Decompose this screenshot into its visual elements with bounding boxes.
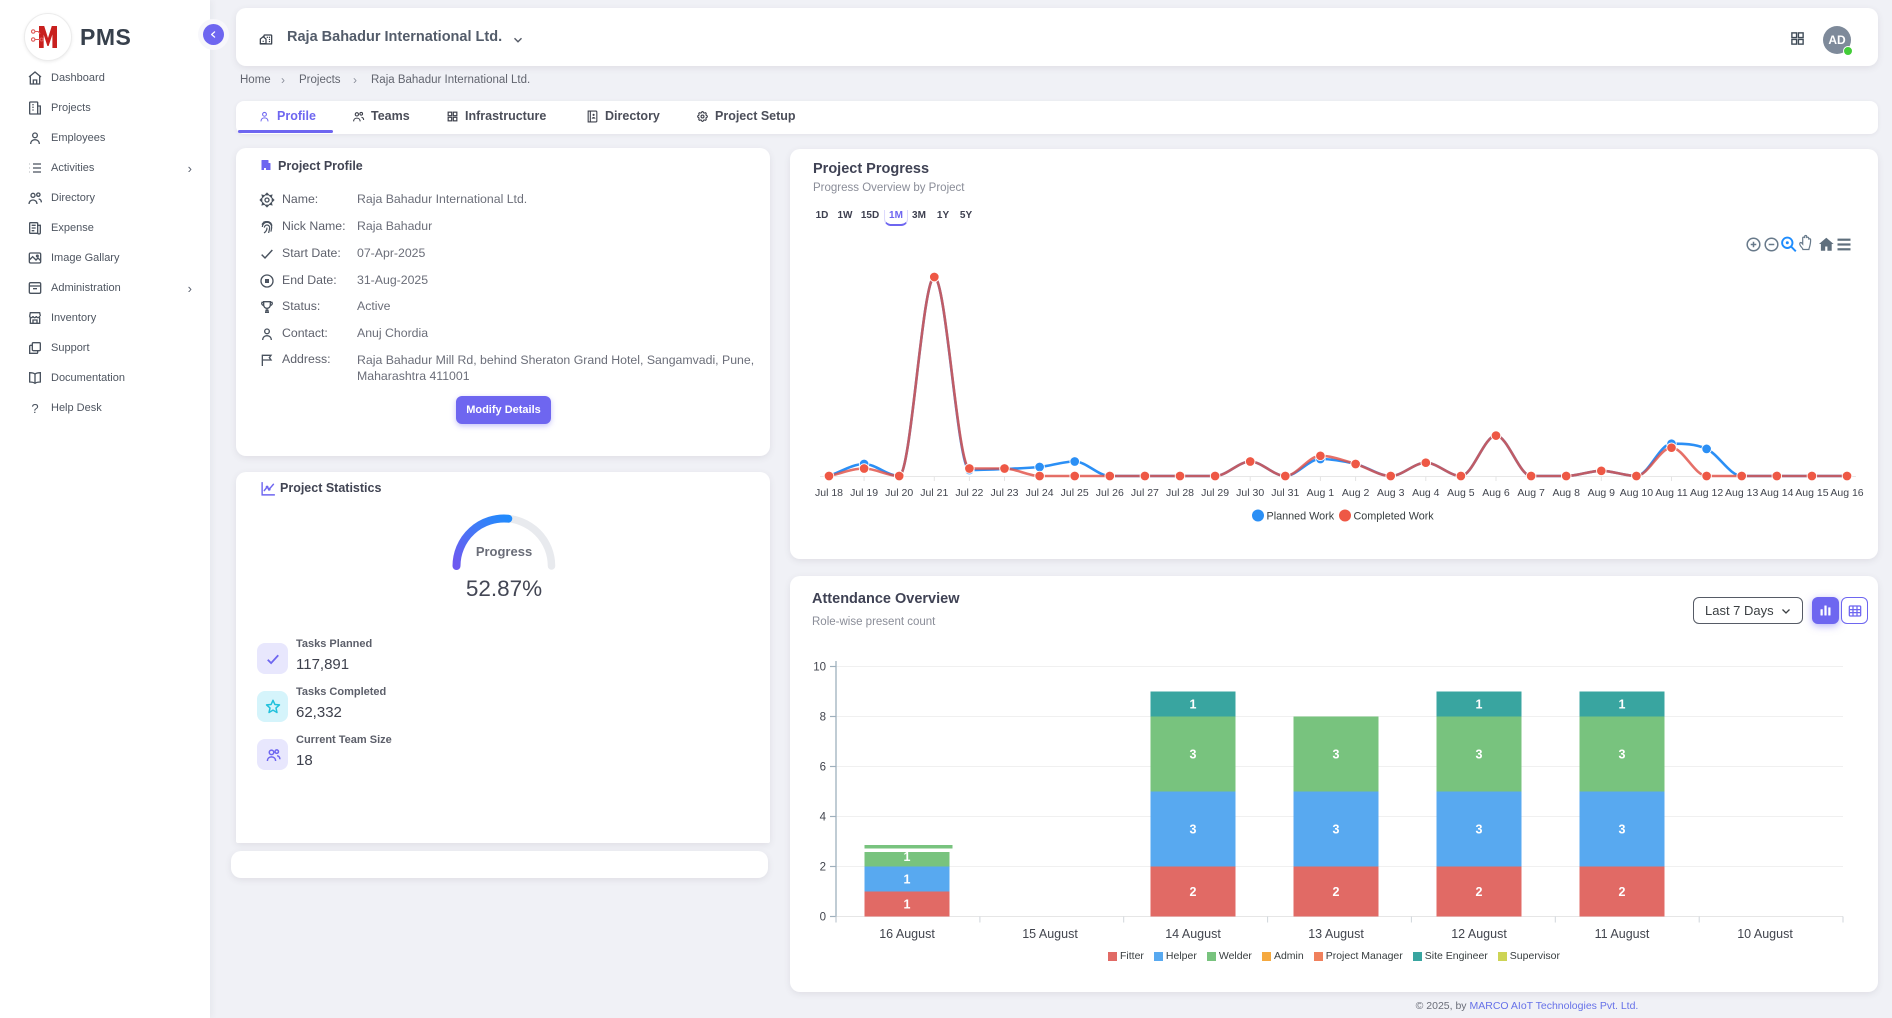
svg-text:Jul 25: Jul 25 — [1061, 487, 1089, 499]
svg-text:3: 3 — [1476, 823, 1483, 837]
svg-text:Jul 30: Jul 30 — [1236, 487, 1264, 499]
svg-text:Jul 29: Jul 29 — [1201, 487, 1229, 499]
svg-text:Aug 15: Aug 15 — [1795, 487, 1828, 499]
svg-text:6: 6 — [820, 762, 826, 774]
svg-text:Jul 28: Jul 28 — [1166, 487, 1194, 499]
svg-text:10 August: 10 August — [1737, 927, 1793, 941]
svg-text:10: 10 — [813, 662, 826, 674]
svg-text:12 August: 12 August — [1451, 927, 1507, 941]
svg-text:Aug 10: Aug 10 — [1620, 487, 1653, 499]
svg-text:3: 3 — [1190, 823, 1197, 837]
svg-text:2: 2 — [1619, 885, 1626, 899]
svg-text:14 August: 14 August — [1165, 927, 1221, 941]
svg-text:Aug 8: Aug 8 — [1552, 487, 1580, 499]
svg-text:0: 0 — [820, 912, 826, 924]
svg-text:1: 1 — [904, 850, 911, 864]
svg-text:4: 4 — [820, 812, 827, 824]
svg-text:Jul 22: Jul 22 — [955, 487, 983, 499]
svg-text:2: 2 — [1476, 885, 1483, 899]
svg-text:Aug 2: Aug 2 — [1342, 487, 1370, 499]
svg-text:1: 1 — [904, 898, 911, 912]
svg-text:Jul 23: Jul 23 — [990, 487, 1018, 499]
svg-text:Jul 19: Jul 19 — [850, 487, 878, 499]
svg-text:2: 2 — [820, 862, 826, 874]
svg-text:Aug 3: Aug 3 — [1377, 487, 1405, 499]
svg-text:Aug 11: Aug 11 — [1655, 487, 1688, 499]
svg-text:Aug 14: Aug 14 — [1760, 487, 1793, 499]
svg-text:8: 8 — [820, 712, 826, 724]
svg-text:2: 2 — [1333, 885, 1340, 899]
svg-text:Aug 6: Aug 6 — [1482, 487, 1510, 499]
svg-text:Aug 16: Aug 16 — [1830, 487, 1863, 499]
svg-text:15 August: 15 August — [1022, 927, 1078, 941]
svg-text:Aug 7: Aug 7 — [1517, 487, 1545, 499]
svg-text:1: 1 — [1476, 698, 1483, 712]
svg-text:Progress: Progress — [476, 544, 532, 559]
svg-text:3: 3 — [1190, 748, 1197, 762]
svg-text:Jul 27: Jul 27 — [1131, 487, 1159, 499]
svg-text:Jul 24: Jul 24 — [1026, 487, 1054, 499]
svg-text:Aug 5: Aug 5 — [1447, 487, 1475, 499]
svg-text:Aug 9: Aug 9 — [1588, 487, 1616, 499]
svg-text:1: 1 — [1619, 698, 1626, 712]
svg-text:Jul 26: Jul 26 — [1096, 487, 1124, 499]
svg-text:1: 1 — [904, 873, 911, 887]
svg-text:Aug 13: Aug 13 — [1725, 487, 1758, 499]
svg-text:3: 3 — [1619, 823, 1626, 837]
svg-text:Completed Work: Completed Work — [1354, 511, 1435, 523]
svg-text:Planned Work: Planned Work — [1267, 511, 1335, 523]
svg-text:Aug 4: Aug 4 — [1412, 487, 1440, 499]
svg-text:3: 3 — [1476, 748, 1483, 762]
svg-text:1: 1 — [1190, 698, 1197, 712]
svg-text:13 August: 13 August — [1308, 927, 1364, 941]
svg-text:Aug 12: Aug 12 — [1690, 487, 1723, 499]
svg-text:Jul 20: Jul 20 — [885, 487, 913, 499]
svg-text:Aug 1: Aug 1 — [1307, 487, 1335, 499]
svg-text:16 August: 16 August — [879, 927, 935, 941]
svg-text:3: 3 — [1333, 748, 1340, 762]
svg-text:3: 3 — [1619, 748, 1626, 762]
svg-text:Jul 31: Jul 31 — [1271, 487, 1299, 499]
svg-text:Jul 21: Jul 21 — [920, 487, 948, 499]
svg-text:3: 3 — [1333, 823, 1340, 837]
svg-text:Jul 18: Jul 18 — [815, 487, 843, 499]
svg-text:11 August: 11 August — [1595, 927, 1650, 941]
svg-text:2: 2 — [1190, 885, 1197, 899]
